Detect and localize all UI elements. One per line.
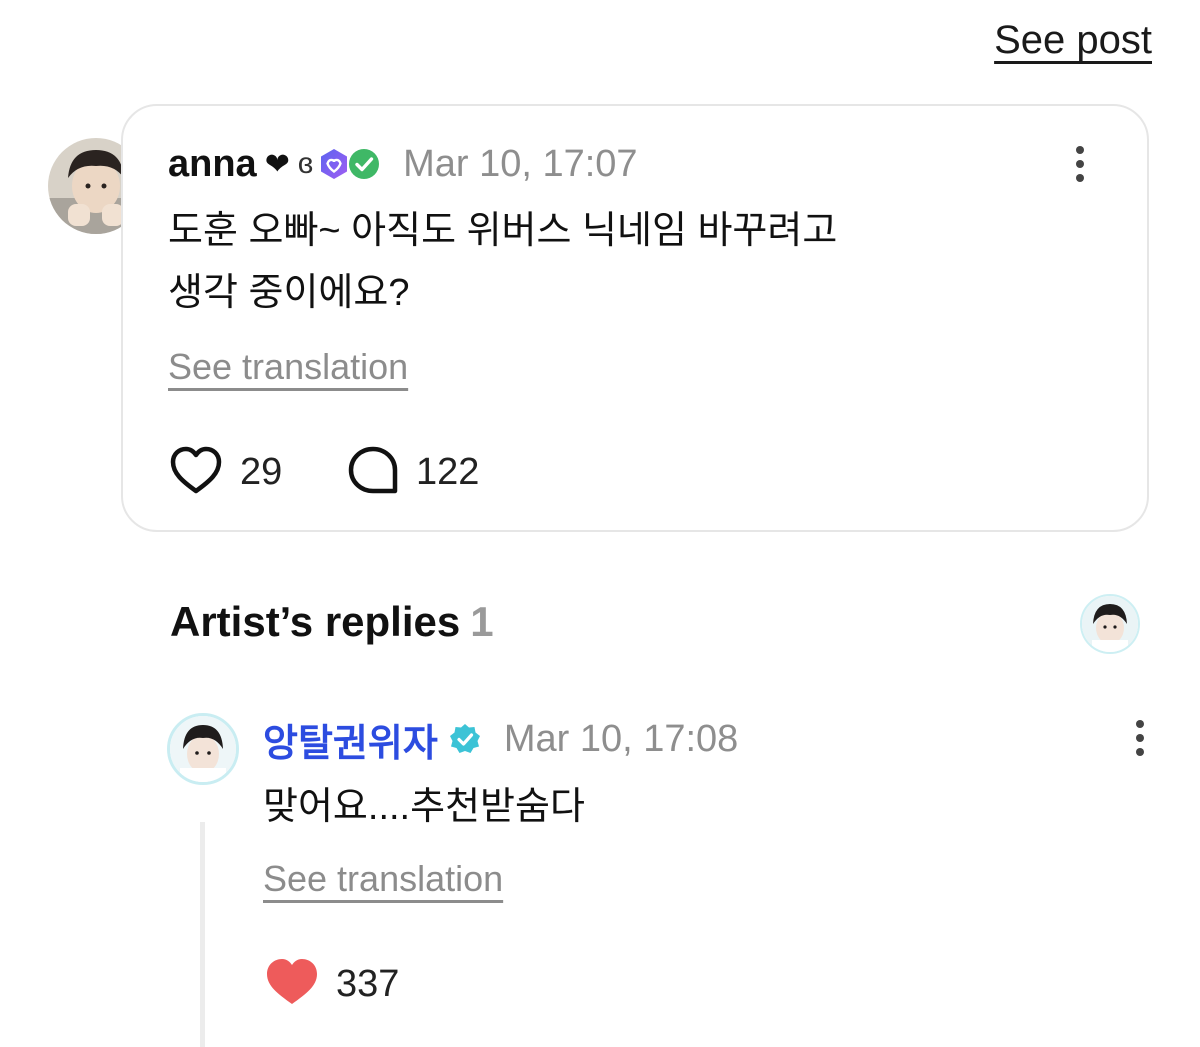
- reply-like-count: 337: [336, 963, 400, 1005]
- post-like-button[interactable]: 29: [168, 444, 282, 501]
- reply-like-button[interactable]: 337: [264, 956, 399, 1013]
- verified-badge-icon: [448, 722, 482, 756]
- post-more-options-button[interactable]: [1070, 146, 1090, 182]
- reply-body: 맞어요....추천받숨다: [263, 786, 585, 828]
- reply-more-options-button[interactable]: [1130, 720, 1150, 756]
- dot: [1136, 720, 1144, 728]
- dot: [1076, 174, 1084, 182]
- see-post-link[interactable]: See post: [994, 18, 1152, 63]
- artist-replies-title: Artist’s replies 1: [170, 598, 494, 646]
- reply-see-translation-link[interactable]: See translation: [263, 858, 503, 900]
- post-header: anna ❤ ɞ Mar 10, 17:07: [168, 140, 638, 188]
- dot: [1136, 734, 1144, 742]
- dot: [1136, 748, 1144, 756]
- heart-emoji: ❤: [264, 147, 290, 181]
- artist-avatar-small[interactable]: [1080, 594, 1140, 654]
- heart-outline-icon: [168, 444, 224, 501]
- reply-timestamp: Mar 10, 17:08: [503, 717, 739, 760]
- artist-replies-label: Artist’s replies: [170, 598, 461, 645]
- artist-replies-count: 1: [470, 598, 494, 645]
- post-like-count: 29: [240, 451, 283, 493]
- dot: [1076, 160, 1084, 168]
- verified-check-badge-icon: [347, 147, 381, 181]
- reply-header: 앙탈권위자 Mar 10, 17:08: [263, 715, 739, 765]
- membership-badge-icon: [317, 147, 351, 181]
- reply-author-name[interactable]: 앙탈권위자: [263, 712, 438, 767]
- post-comment-count: 122: [416, 451, 480, 493]
- post-author-name[interactable]: anna: [168, 143, 257, 186]
- thread-line: [200, 822, 205, 1047]
- reply-author-avatar[interactable]: [167, 713, 239, 785]
- comment-bubble-icon: [346, 444, 400, 501]
- post-body-line-2: 생각 중이에요?: [168, 272, 410, 314]
- post-timestamp: Mar 10, 17:07: [403, 142, 638, 185]
- post-body-line-1: 도훈 오빠~ 아직도 위버스 닉네임 바꾸려고: [168, 210, 838, 252]
- post-see-translation-link[interactable]: See translation: [168, 346, 408, 388]
- post-comment-button[interactable]: 122: [346, 444, 479, 501]
- dot: [1076, 146, 1084, 154]
- heart-filled-icon: [264, 956, 320, 1013]
- name-decoration: ɞ: [297, 147, 314, 180]
